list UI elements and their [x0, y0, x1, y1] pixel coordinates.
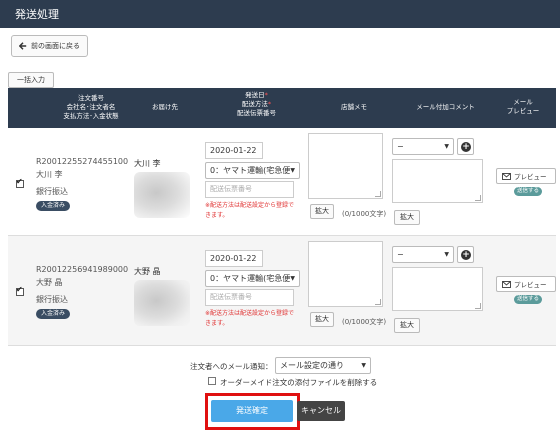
- header-ship-method: 配送方法*: [241, 100, 272, 108]
- comment-template-value: −: [397, 250, 404, 259]
- shipping-note: ※配送方法は配送設定から登録できます。: [205, 202, 295, 219]
- shipping-method-value: 0：ヤマト運輸(宅急便: [210, 274, 291, 283]
- chevron-down-icon: ▼: [444, 143, 449, 150]
- tracking-number-input[interactable]: 配送伝票番号: [205, 181, 294, 198]
- confirm-shipping-button[interactable]: 発送確定: [211, 400, 293, 422]
- memo-char-count: (0/1000文字): [342, 210, 387, 218]
- comment-template-value: −: [397, 142, 404, 151]
- header-comment: メール付加コメント: [416, 103, 475, 111]
- add-comment-button[interactable]: +: [457, 246, 474, 263]
- page-title: 発送処理: [15, 8, 59, 21]
- table-row: R20012256941989000 大野 晶 銀行振込 入金済み 大野 晶 2…: [8, 236, 556, 346]
- header-customer-name: 会社名･注文者名: [66, 103, 116, 111]
- mail-comment-textarea[interactable]: [392, 267, 483, 311]
- shipping-method-select[interactable]: 0：ヤマト運輸(宅急便 ▼: [205, 270, 300, 287]
- mail-comment-textarea[interactable]: [392, 159, 483, 203]
- shipping-method-value: 0：ヤマト運輸(宅急便: [210, 166, 291, 175]
- row-checkbox[interactable]: [16, 285, 24, 296]
- preview-button[interactable]: プレビュー: [496, 276, 556, 292]
- plus-icon: +: [461, 250, 471, 260]
- back-button-label: 前の画面に戻る: [31, 42, 80, 50]
- ship-date-input[interactable]: 2020-01-22: [205, 142, 263, 159]
- order-info: R20012255274455100 大川 李 銀行振込 入金済み: [36, 155, 128, 211]
- preview-button[interactable]: プレビュー: [496, 168, 556, 184]
- mail-notify-select[interactable]: メール設定の通り ▼: [275, 357, 371, 374]
- bulk-input-button[interactable]: 一括入力: [8, 72, 54, 88]
- ship-date-input[interactable]: 2020-01-22: [205, 250, 263, 267]
- header-shipping: 発送日* 配送方法* 配送伝票番号: [214, 91, 299, 118]
- chevron-down-icon: ▼: [290, 275, 295, 282]
- delete-attachment-label: オーダーメイド注文の添付ファイルを削除する: [220, 378, 378, 387]
- preview-button-label: プレビュー: [514, 173, 547, 181]
- arrow-left-icon: [19, 42, 27, 50]
- header-tracking: 配送伝票番号: [237, 109, 276, 117]
- store-memo-textarea[interactable]: [308, 133, 383, 199]
- envelope-icon: [502, 280, 511, 288]
- payment-status-badge: 入金済み: [36, 309, 71, 319]
- destination-name: 大野 晶: [134, 267, 161, 276]
- cancel-button[interactable]: キャンセル: [297, 401, 345, 421]
- mail-notify-label: 注文者へのメール通知：: [190, 362, 273, 371]
- memo-char-count: (0/1000文字): [342, 318, 387, 326]
- shipping-note: ※配送方法は配送設定から登録できます。: [205, 310, 295, 327]
- header-order: 注文番号 会社名･注文者名 支払方法･入金状態: [46, 94, 136, 121]
- send-status-badge: 送信する: [514, 187, 542, 196]
- header-preview: メール プレビュー: [498, 98, 548, 116]
- order-number: R20012256941989000: [36, 265, 129, 274]
- payment-method: 銀行振込: [36, 295, 68, 304]
- customer-name: 大野 晶: [36, 278, 63, 287]
- mail-notify-value: メール設定の通り: [280, 361, 344, 370]
- shipping-method-select[interactable]: 0：ヤマト運輸(宅急便 ▼: [205, 162, 300, 179]
- blurred-address: [134, 280, 190, 326]
- send-status-badge: 送信する: [514, 295, 542, 304]
- delete-attachment-checkbox[interactable]: [208, 377, 216, 385]
- header-preview-label: プレビュー: [506, 107, 540, 115]
- order-number: R20012255274455100: [36, 157, 129, 166]
- header-order-number: 注文番号: [78, 94, 104, 102]
- header-memo: 店舗メモ: [341, 103, 367, 111]
- preview-button-label: プレビュー: [514, 281, 547, 289]
- destination-name: 大川 李: [134, 159, 161, 168]
- back-button[interactable]: 前の画面に戻る: [11, 35, 88, 57]
- comment-template-select[interactable]: − ▼: [392, 138, 454, 155]
- chevron-down-icon: ▼: [444, 251, 449, 258]
- header-ship-date: 発送日*: [245, 91, 268, 99]
- comment-expand-button[interactable]: 拡大: [394, 318, 420, 333]
- customer-name: 大川 李: [36, 170, 63, 179]
- chevron-down-icon: ▼: [361, 362, 366, 369]
- plus-icon: +: [461, 142, 471, 152]
- chevron-down-icon: ▼: [290, 167, 295, 174]
- tracking-number-input[interactable]: 配送伝票番号: [205, 289, 294, 306]
- header-preview-mail: メール: [513, 98, 533, 106]
- title-bar: 発送処理: [0, 0, 560, 28]
- header-destination: お届け先: [152, 103, 178, 111]
- payment-status-badge: 入金済み: [36, 201, 71, 211]
- header-payment: 支払方法･入金状態: [63, 112, 119, 120]
- payment-method: 銀行振込: [36, 187, 68, 196]
- envelope-icon: [502, 172, 511, 180]
- comment-template-select[interactable]: − ▼: [392, 246, 454, 263]
- row-checkbox[interactable]: [16, 177, 24, 188]
- order-info: R20012256941989000 大野 晶 銀行振込 入金済み: [36, 263, 128, 319]
- add-comment-button[interactable]: +: [457, 138, 474, 155]
- store-memo-textarea[interactable]: [308, 241, 383, 307]
- table-row: R20012255274455100 大川 李 銀行振込 入金済み 大川 李 2…: [8, 128, 556, 236]
- blurred-address: [134, 172, 190, 218]
- comment-expand-button[interactable]: 拡大: [394, 210, 420, 225]
- table-header: 注文番号 会社名･注文者名 支払方法･入金状態 お届け先 発送日* 配送方法* …: [8, 88, 556, 128]
